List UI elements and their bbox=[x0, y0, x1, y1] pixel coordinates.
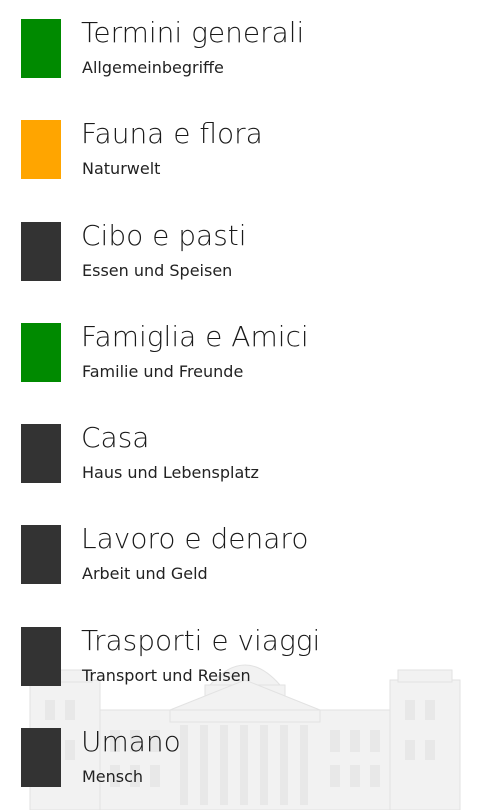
category-color-tile bbox=[21, 323, 61, 382]
category-subtitle: Allgemeinbegriffe bbox=[82, 58, 224, 77]
category-subtitle: Familie und Freunde bbox=[82, 362, 244, 381]
category-item-termini-generali[interactable]: Termini generali Allgemeinbegriffe bbox=[0, 16, 486, 109]
category-title: Fauna e flora bbox=[81, 117, 263, 150]
category-item-umano[interactable]: Umano Mensch bbox=[0, 725, 486, 810]
category-title: Famiglia e Amici bbox=[81, 320, 309, 353]
category-color-tile bbox=[21, 424, 61, 483]
category-subtitle: Naturwelt bbox=[82, 159, 161, 178]
category-color-tile bbox=[21, 627, 61, 686]
category-item-casa[interactable]: Casa Haus und Lebensplatz bbox=[0, 421, 486, 514]
category-item-trasporti-e-viaggi[interactable]: Trasporti e viaggi Transport und Reisen bbox=[0, 624, 486, 717]
category-subtitle: Transport und Reisen bbox=[82, 666, 251, 685]
category-list-screen: Termini generali Allgemeinbegriffe Fauna… bbox=[0, 0, 486, 810]
category-title: Termini generali bbox=[81, 16, 305, 49]
category-color-tile bbox=[21, 728, 61, 787]
category-color-tile bbox=[21, 120, 61, 179]
category-title: Cibo e pasti bbox=[81, 219, 247, 252]
category-color-tile bbox=[21, 222, 61, 281]
category-color-tile bbox=[21, 525, 61, 584]
category-title: Trasporti e viaggi bbox=[81, 624, 321, 657]
category-color-tile bbox=[21, 19, 61, 78]
category-subtitle: Mensch bbox=[82, 767, 144, 786]
category-title: Lavoro e denaro bbox=[81, 522, 309, 555]
category-item-cibo-e-pasti[interactable]: Cibo e pasti Essen und Speisen bbox=[0, 219, 486, 312]
category-title: Casa bbox=[81, 421, 150, 454]
category-subtitle: Arbeit und Geld bbox=[82, 564, 208, 583]
category-subtitle: Haus und Lebensplatz bbox=[82, 463, 259, 482]
category-item-famiglia-e-amici[interactable]: Famiglia e Amici Familie und Freunde bbox=[0, 320, 486, 413]
category-item-lavoro-e-denaro[interactable]: Lavoro e denaro Arbeit und Geld bbox=[0, 522, 486, 615]
category-subtitle: Essen und Speisen bbox=[82, 261, 233, 280]
category-item-fauna-e-flora[interactable]: Fauna e flora Naturwelt bbox=[0, 117, 486, 210]
category-title: Umano bbox=[81, 725, 181, 758]
